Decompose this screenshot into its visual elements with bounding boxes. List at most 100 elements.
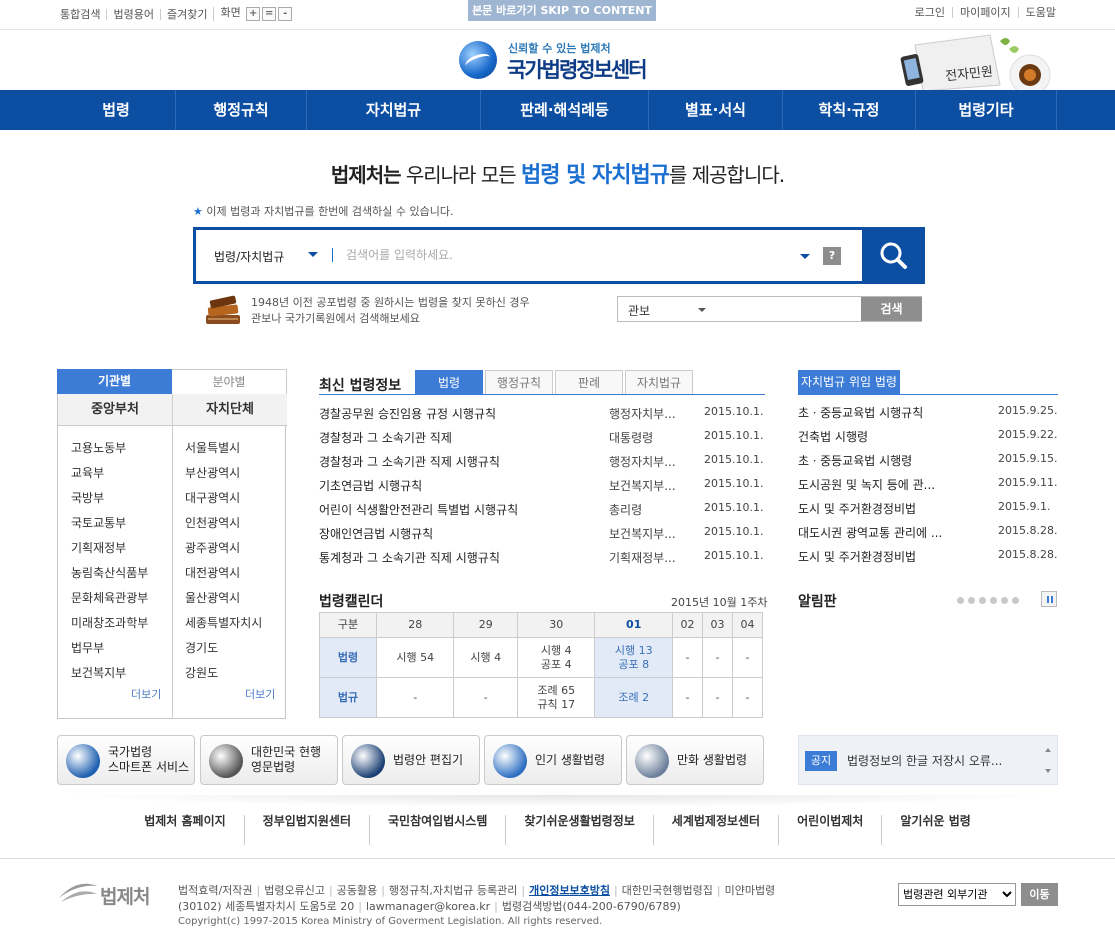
- law-title[interactable]: 통계청과 그 소속기관 직제 시행규칙: [319, 549, 604, 566]
- footer-link[interactable]: 국민참여입법시스템: [369, 815, 505, 845]
- list-item[interactable]: 고용노동부: [71, 436, 148, 461]
- footer-policy-link[interactable]: 대한민국현행법령집: [622, 884, 713, 897]
- local-gov-more-link[interactable]: 더보기: [245, 686, 275, 702]
- search-scope-select[interactable]: 법령/자치법규: [214, 248, 284, 265]
- scope-chevron-down-icon[interactable]: [308, 252, 318, 257]
- law-title[interactable]: 경찰청과 그 소속기관 직제: [319, 429, 604, 446]
- quick-link-button[interactable]: 만화 생활법령: [626, 735, 764, 785]
- list-item[interactable]: 국토교통부: [71, 511, 148, 536]
- table-row[interactable]: 어린이 식생활안전관리 특별법 시행규칙 총리령 2015.10.1.: [319, 501, 765, 525]
- footer-link[interactable]: 세계법제정보센터: [652, 815, 778, 845]
- calendar-cell[interactable]: 시행 4 공포 4: [516, 637, 596, 678]
- nav-local-laws[interactable]: 자치법규: [306, 90, 480, 130]
- table-row[interactable]: 통계청과 그 소속기관 직제 시행규칙 기획재정부... 2015.10.1.: [319, 549, 765, 573]
- tab-by-agency[interactable]: 기관별: [57, 369, 172, 394]
- logo-globe-icon[interactable]: [459, 41, 497, 79]
- table-row[interactable]: 경찰청과 그 소속기관 직제 대통령령 2015.10.1.: [319, 429, 765, 453]
- ministry-more-link[interactable]: 더보기: [131, 686, 161, 702]
- nav-forms[interactable]: 별표·서식: [648, 90, 782, 130]
- top-link-integrated-search[interactable]: 통합검색: [60, 9, 106, 20]
- footer-policy-link[interactable]: 법령오류신고: [264, 884, 325, 897]
- law-title[interactable]: 기초연금법 시행규칙: [319, 477, 604, 494]
- calendar-cell[interactable]: 시행 4: [453, 637, 518, 678]
- gwanbo-select[interactable]: 관보: [628, 302, 650, 319]
- nav-admin-rules[interactable]: 행정규칙: [175, 90, 306, 130]
- tab-admin-rules[interactable]: 행정규칙: [485, 370, 553, 395]
- footer-policy-link[interactable]: 개인정보보호방침: [529, 884, 610, 897]
- carousel-dot[interactable]: [1001, 597, 1008, 604]
- list-item[interactable]: 대전광역시: [185, 561, 262, 586]
- table-row[interactable]: 장애인연금법 시행규칙 보건복지부... 2015.10.1.: [319, 525, 765, 549]
- footer-link[interactable]: 알기쉬운 법령: [881, 815, 988, 845]
- table-row[interactable]: 도시 및 주거환경정비법 2015.9.1.: [798, 500, 1058, 524]
- list-item[interactable]: 강원도: [185, 661, 262, 686]
- delegated-laws-title[interactable]: 자치법규 위임 법령: [798, 370, 900, 395]
- zoom-in-button[interactable]: +: [246, 7, 261, 21]
- list-item[interactable]: 세종특별자치시: [185, 611, 262, 636]
- footer-policy-link[interactable]: 행정규칙,자치법규 등록관리: [389, 884, 517, 897]
- delegated-law-title[interactable]: 도시공원 및 녹지 등에 관...: [798, 476, 963, 493]
- tab-precedents[interactable]: 판례: [555, 370, 623, 395]
- zoom-out-button[interactable]: -: [278, 7, 293, 21]
- e-minwon-banner[interactable]: 전자민원: [895, 33, 1060, 96]
- list-item[interactable]: 인천광역시: [185, 511, 262, 536]
- zoom-reset-button[interactable]: =: [262, 7, 277, 21]
- list-item[interactable]: 국방부: [71, 486, 148, 511]
- list-item[interactable]: 대구광역시: [185, 486, 262, 511]
- carousel-dot[interactable]: [1012, 597, 1019, 604]
- footer-link[interactable]: 정부입법지원센터: [243, 815, 369, 845]
- footer-email[interactable]: lawmanager@korea.kr: [366, 900, 490, 913]
- table-row[interactable]: 경찰청과 그 소속기관 직제 시행규칙 행정자치부... 2015.10.1.: [319, 453, 765, 477]
- list-item[interactable]: 서울특별시: [185, 436, 262, 461]
- list-item[interactable]: 미래창조과학부: [71, 611, 148, 636]
- law-title[interactable]: 장애인연금법 시행규칙: [319, 525, 604, 542]
- gwanbo-chevron-down-icon[interactable]: [698, 308, 706, 312]
- quick-link-button[interactable]: 국가법령 스마트폰 서비스: [57, 735, 195, 785]
- list-item[interactable]: 울산광역시: [185, 586, 262, 611]
- pause-icon[interactable]: [1041, 591, 1057, 607]
- delegated-law-title[interactable]: 초ㆍ중등교육법 시행령: [798, 452, 963, 469]
- nav-precedents[interactable]: 판례·해석례등: [480, 90, 648, 130]
- quick-link-button[interactable]: 법령안 편집기: [342, 735, 480, 785]
- scroll-down-icon[interactable]: [1045, 769, 1051, 773]
- tab-by-field[interactable]: 분야별: [172, 369, 287, 394]
- delegated-law-title[interactable]: 초ㆍ중등교육법 시행규칙: [798, 404, 963, 421]
- search-button[interactable]: [862, 227, 925, 284]
- nav-laws[interactable]: 법령: [57, 90, 175, 130]
- notice-text[interactable]: 법령정보의 한글 저장시 오류...: [847, 752, 1002, 769]
- skip-to-content-link[interactable]: 본문 바로가기 SKIP TO CONTENT: [468, 0, 656, 21]
- law-title[interactable]: 경찰공무원 승진임용 규정 시행규칙: [319, 405, 604, 422]
- table-row[interactable]: 초ㆍ중등교육법 시행규칙 2015.9.25.: [798, 404, 1058, 428]
- list-item[interactable]: 농림축산식품부: [71, 561, 148, 586]
- go-button[interactable]: 이동: [1021, 883, 1058, 906]
- delegated-law-title[interactable]: 도시 및 주거환경정비법: [798, 500, 963, 517]
- calendar-cell[interactable]: 조례 65 규칙 17: [516, 677, 596, 718]
- table-row[interactable]: 기초연금법 시행규칙 보건복지부... 2015.10.1.: [319, 477, 765, 501]
- delegated-law-title[interactable]: 대도시권 광역교통 관리에 ...: [798, 524, 963, 541]
- list-item[interactable]: 부산광역시: [185, 461, 262, 486]
- list-item[interactable]: 교육부: [71, 461, 148, 486]
- login-link[interactable]: 로그인: [908, 7, 952, 18]
- search-input[interactable]: [346, 242, 786, 268]
- site-logo-name[interactable]: 국가법령정보센터: [507, 54, 648, 84]
- list-item[interactable]: 보건복지부: [71, 661, 148, 686]
- list-item[interactable]: 광주광역시: [185, 536, 262, 561]
- delegated-law-title[interactable]: 건축법 시행령: [798, 428, 963, 445]
- external-agency-select[interactable]: 법령관련 외부기관: [898, 883, 1016, 906]
- footer-link[interactable]: 법제처 홈페이지: [126, 815, 243, 845]
- footer-policy-link[interactable]: 미얀마법령: [725, 884, 776, 897]
- delegated-law-title[interactable]: 도시 및 주거환경정비법: [798, 548, 963, 565]
- quick-link-button[interactable]: 대한민국 현행 영문법령: [200, 735, 338, 785]
- footer-link[interactable]: 찾기쉬운생활법령정보: [505, 815, 652, 845]
- search-help-icon[interactable]: ?: [823, 247, 841, 265]
- law-title[interactable]: 어린이 식생활안전관리 특별법 시행규칙: [319, 501, 604, 518]
- top-link-legal-terms[interactable]: 법령용어: [106, 8, 159, 20]
- autocomplete-chevron-down-icon[interactable]: [800, 254, 810, 259]
- table-row[interactable]: 경찰공무원 승진임용 규정 시행규칙 행정자치부... 2015.10.1.: [319, 405, 765, 429]
- table-row[interactable]: 건축법 시행령 2015.9.22.: [798, 428, 1058, 452]
- footer-policy-link[interactable]: 공동활용: [337, 884, 377, 897]
- table-row[interactable]: 초ㆍ중등교육법 시행령 2015.9.15.: [798, 452, 1058, 476]
- top-link-favorites[interactable]: 즐겨찾기: [159, 8, 213, 20]
- tab-local-laws[interactable]: 자치법규: [625, 370, 693, 395]
- nav-other-laws[interactable]: 법령기타: [915, 90, 1057, 130]
